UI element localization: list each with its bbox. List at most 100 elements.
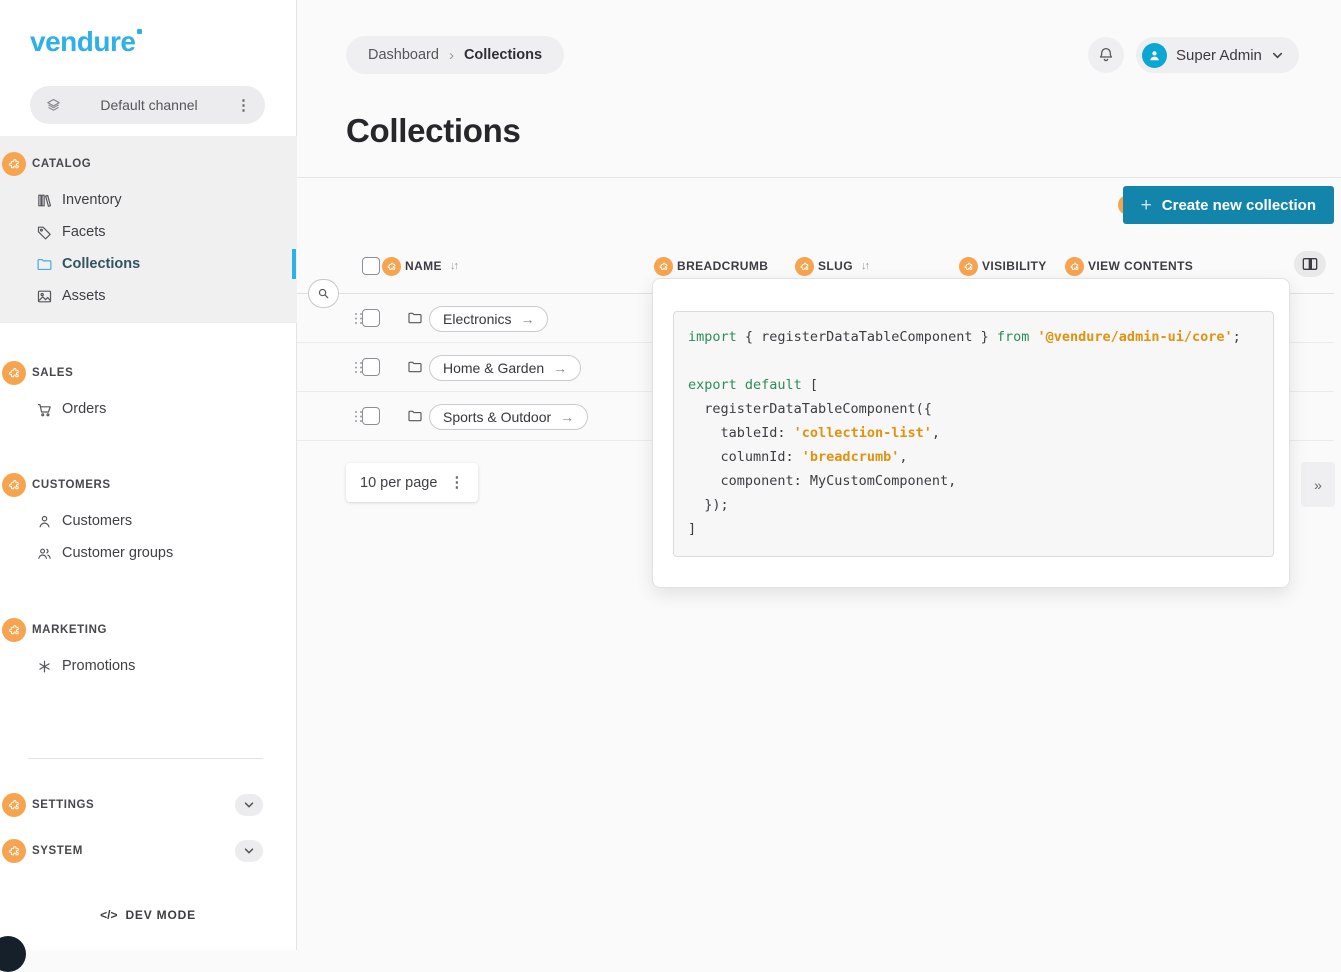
collection-chip[interactable]: Home & Garden→ (429, 355, 581, 381)
row-checkbox[interactable] (362, 358, 380, 376)
sidebar-item-label: Customer groups (62, 545, 173, 561)
image-icon (36, 288, 53, 305)
drag-handle-icon[interactable] (355, 411, 362, 422)
column-label-view-contents[interactable]: VIEW CONTENTS (1088, 259, 1193, 273)
folder-icon (407, 310, 423, 326)
sidebar-divider (28, 758, 263, 759)
folder-icon (36, 256, 53, 273)
vendure-logo-text: vendure (30, 26, 135, 57)
sidebar: vendure Default channel ⋮ CATALOG Invent… (0, 0, 297, 950)
sidebar-item-inventory[interactable]: Inventory (36, 188, 122, 212)
nav-section-customers: CUSTOMERS (2, 473, 111, 497)
drag-handle-icon[interactable] (355, 362, 362, 373)
items-per-page-label: 10 per page (360, 475, 437, 491)
sort-icon[interactable]: ↓↑ (861, 260, 868, 272)
create-collection-button[interactable]: + Create new collection (1123, 186, 1334, 224)
user-icon (36, 513, 53, 530)
nav-section-settings[interactable]: SETTINGS (2, 793, 263, 817)
page-title: Collections (346, 112, 521, 150)
sidebar-item-customer-groups[interactable]: Customer groups (36, 541, 173, 565)
nav-section-label: SETTINGS (32, 799, 229, 811)
nav-section-sales: SALES (2, 361, 73, 385)
select-all-checkbox[interactable] (362, 257, 380, 275)
kebab-icon[interactable]: ⋮ (236, 98, 251, 113)
code-popover: import { registerDataTableComponent } fr… (652, 278, 1290, 588)
dev-mode-button[interactable]: </> DEV MODE (0, 908, 296, 922)
nav-section-label: SALES (32, 367, 73, 379)
code-line: component: MyCustomComponent, (688, 469, 1273, 493)
code-line (688, 349, 1273, 373)
row-checkbox[interactable] (362, 309, 380, 327)
nav-section-system[interactable]: SYSTEM (2, 839, 263, 863)
arrow-right-icon: → (520, 311, 534, 327)
code-icon: </> (100, 908, 117, 922)
search-toggle-button[interactable] (308, 279, 339, 308)
extension-badge-icon[interactable] (2, 152, 26, 176)
chevron-down-icon (243, 845, 255, 857)
avatar (1142, 43, 1167, 68)
drag-handle-icon[interactable] (355, 313, 362, 324)
channel-selector[interactable]: Default channel ⋮ (30, 86, 265, 124)
extension-badge-icon[interactable] (654, 257, 673, 276)
column-picker-button[interactable] (1294, 251, 1326, 277)
user-menu[interactable]: Super Admin (1136, 37, 1299, 73)
user-icon (1147, 48, 1162, 63)
code-block: import { registerDataTableComponent } fr… (673, 311, 1274, 557)
sidebar-item-customers[interactable]: Customers (36, 509, 132, 533)
extension-badge-icon[interactable] (959, 257, 978, 276)
expand-settings-button[interactable] (235, 794, 263, 816)
sort-icon[interactable]: ↓↑ (450, 260, 457, 272)
column-label-breadcrumb[interactable]: BREADCRUMB (677, 259, 768, 273)
vendure-logo[interactable]: vendure (30, 26, 142, 58)
corner-fab-button[interactable] (0, 936, 26, 972)
logo-mark-icon (137, 29, 142, 34)
sidebar-item-promotions[interactable]: Promotions (36, 654, 135, 678)
collection-chip[interactable]: Electronics→ (429, 306, 548, 332)
header-divider (297, 177, 1341, 178)
sidebar-item-label: Promotions (62, 658, 135, 674)
extension-badge-icon[interactable] (2, 473, 26, 497)
sidebar-item-label: Assets (62, 288, 106, 304)
breadcrumb-current: Collections (464, 47, 542, 63)
cart-icon (36, 401, 53, 418)
collection-name: Home & Garden (443, 360, 544, 376)
extension-badge-icon[interactable] (382, 257, 401, 276)
sidebar-item-label: Customers (62, 513, 132, 529)
code-line: }); (688, 493, 1273, 517)
chevron-right-icon: › (449, 47, 454, 64)
row-checkbox[interactable] (362, 407, 380, 425)
extension-badge-icon[interactable] (2, 793, 26, 817)
bell-icon (1097, 46, 1115, 64)
notifications-button[interactable] (1088, 37, 1124, 73)
collection-chip[interactable]: Sports & Outdoor→ (429, 404, 588, 430)
code-line: ] (688, 517, 1273, 541)
breadcrumb: Dashboard › Collections (346, 36, 564, 74)
column-label-name[interactable]: NAME (405, 259, 442, 273)
code-line: export default [ (688, 373, 1273, 397)
sidebar-item-orders[interactable]: Orders (36, 397, 106, 421)
sidebar-item-collections[interactable]: Collections (36, 252, 140, 276)
table-header-view-contents: VIEW CONTENTS (1065, 253, 1193, 279)
user-name: Super Admin (1176, 47, 1262, 64)
items-per-page-button[interactable]: 10 per page ⋮ (346, 463, 478, 502)
table-header-slug: SLUG ↓↑ (795, 253, 868, 279)
folder-icon (407, 408, 423, 424)
column-label-visibility[interactable]: VISIBILITY (982, 259, 1047, 273)
chevron-down-icon (1271, 49, 1284, 62)
extension-badge-icon[interactable] (2, 839, 26, 863)
column-label-slug[interactable]: SLUG (818, 259, 853, 273)
table-header-name: NAME ↓↑ (362, 253, 457, 279)
active-item-indicator (292, 249, 296, 279)
sidebar-item-label: Inventory (62, 192, 122, 208)
breadcrumb-dashboard-link[interactable]: Dashboard (368, 47, 439, 63)
sidebar-item-facets[interactable]: Facets (36, 220, 106, 244)
dev-mode-label: DEV MODE (125, 908, 195, 922)
extension-badge-icon[interactable] (1065, 257, 1084, 276)
extension-badge-icon[interactable] (795, 257, 814, 276)
extension-badge-icon[interactable] (2, 361, 26, 385)
extension-badge-icon[interactable] (2, 618, 26, 642)
expand-system-button[interactable] (235, 840, 263, 862)
sidebar-item-assets[interactable]: Assets (36, 284, 106, 308)
code-line: registerDataTableComponent({ (688, 397, 1273, 421)
next-page-button[interactable]: » (1301, 462, 1335, 507)
